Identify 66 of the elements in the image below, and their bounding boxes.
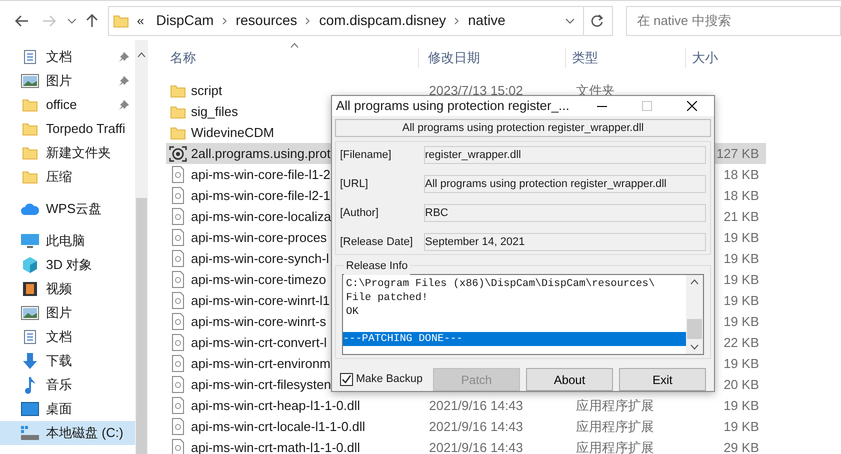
file-date: 2021/9/16 14:43 [429,418,524,436]
file-size: 29 KB [724,438,759,454]
file-type: 应用程序扩展 [576,418,655,436]
sidebar-label: 此电脑 [46,232,86,250]
file-size: 21 KB [724,208,759,226]
group-legend: Release Info [344,258,410,274]
file-type: 应用程序扩展 [576,438,655,454]
file-name: api-ms-win-crt-locale-l1-1-0.dll [191,418,366,436]
file-size: 19 KB [724,270,759,289]
file-date: 2021/9/16 14:43 [429,438,524,454]
file-name: sig_files [191,102,238,121]
sidebar-label: 3D 对象 [46,256,94,274]
file-name: api-ms-win-core-proces [191,228,327,247]
file-name: WidevineCDM [191,124,274,142]
file-name: api-ms-win-crt-convert-l [191,334,327,352]
window-title: All programs using protection register_... [335,97,570,116]
file-size: 19 KB [724,312,759,331]
sidebar-label: office [46,96,78,114]
file-date: 2023/7/13 15:02 [429,82,524,100]
log-line: File patched! [345,291,429,305]
sidebar-label: 新建文件夹 [46,144,112,162]
file-name: api-ms-win-core-synch-l [191,250,329,268]
file-date: 2021/9/16 14:43 [429,396,524,415]
field-label: [Author] [340,206,380,221]
sidebar-label: 文档 [46,328,73,346]
sidebar-label: 图片 [46,72,73,90]
file-name: api-ms-win-crt-heap-l1-1-0.dll [191,396,360,415]
sidebar-label: 音乐 [46,376,73,394]
log-line: C:\Program Files (x86)\DispCam\DispCam\resources\ [345,277,656,291]
file-size: 20 KB [724,376,759,394]
dialog-header: All programs using protection register_wrapper.dll [335,119,711,137]
file-size: 127 KB [716,144,759,163]
sidebar-label: 下载 [46,352,73,370]
file-type: 应用程序扩展 [576,396,655,415]
sidebar-label: 文档 [46,48,73,66]
checkbox-label: Make Backup [356,372,423,388]
file-size: 22 KB [724,334,759,352]
sidebar-label: 压缩 [46,168,73,186]
file-name: 2all.programs.using.prot [191,144,330,163]
sidebar-label: 图片 [46,304,73,322]
file-size: 19 KB [724,228,759,247]
file-name: api-ms-win-crt-environm [191,354,330,373]
file-name: api-ms-win-core-winrt-l1 [191,292,330,310]
field-label: [URL] [340,176,370,192]
file-name: api-ms-win-core-winrt-s [191,312,326,331]
file-size: 19 KB [724,396,759,415]
sidebar-label: Torpedo Traffi [46,120,126,138]
file-name: api-ms-win-core-file-l1-2 [191,166,330,184]
sidebar-label: 桌面 [46,400,73,418]
file-size: 19 KB [724,354,759,373]
field-label: [Filename] [340,148,392,163]
file-size: 18 KB [724,186,759,205]
log-line: OK [345,305,360,319]
sidebar-label: WPS云盘 [46,200,103,218]
file-size: 19 KB [724,418,759,436]
sidebar-label: 本地磁盘 (C:) [46,424,124,442]
file-name: api-ms-win-core-localiza [191,208,332,226]
field-label: [Release Date] [340,234,414,250]
file-name: script [191,82,222,100]
file-name: api-ms-win-crt-filesysten [191,376,332,394]
file-size: 18 KB [724,166,759,184]
sidebar-label: 视频 [46,280,73,298]
file-size: 19 KB [724,250,759,268]
file-name: api-ms-win-core-file-l2-1 [191,186,330,205]
file-size: 19 KB [724,292,759,310]
file-name: api-ms-win-core-timezo [191,270,326,289]
